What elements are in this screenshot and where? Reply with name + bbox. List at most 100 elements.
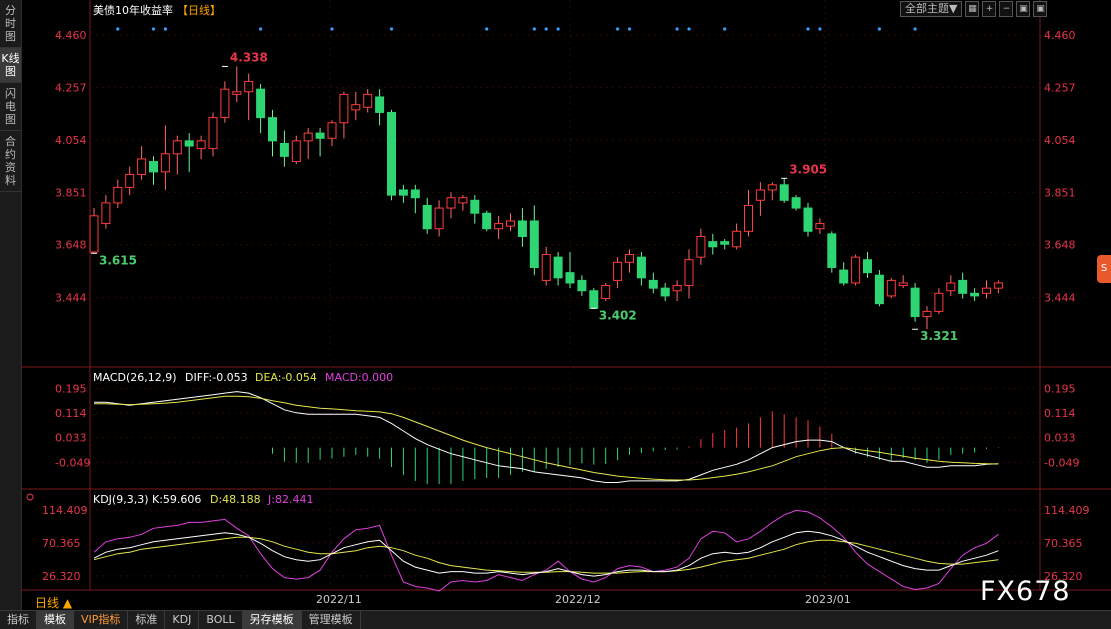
- y-tick-label-right: 3.648: [1044, 239, 1076, 252]
- candle: [375, 96, 385, 113]
- tab-standard[interactable]: 标准: [128, 611, 166, 629]
- candle: [696, 235, 706, 258]
- candle: [863, 259, 872, 274]
- date-label-nov: 2022/11: [316, 593, 362, 606]
- tab-vip-indicators[interactable]: VIP指标: [74, 611, 129, 629]
- y-tick-label-left: 3.444: [55, 291, 87, 304]
- annotation-label: 3.402: [599, 308, 637, 322]
- candle: [791, 197, 801, 209]
- grid-icon[interactable]: ▦: [965, 1, 980, 17]
- candle: [910, 287, 920, 318]
- candle: [244, 80, 254, 93]
- y-tick-label-left: 3.648: [55, 239, 87, 252]
- candle: [541, 254, 551, 281]
- candle: [351, 104, 361, 111]
- box-icon[interactable]: ▣: [1033, 1, 1048, 17]
- box-icon[interactable]: ▣: [1016, 1, 1031, 17]
- chart-toolbar: 全部主题▼ ▦ + − ▣ ▣: [900, 1, 1048, 17]
- candle: [196, 140, 206, 150]
- y-tick-label-right: 4.257: [1044, 81, 1076, 94]
- candle: [827, 233, 837, 268]
- candle: [553, 256, 563, 279]
- annotation-label: 3.615: [99, 253, 137, 267]
- tab-indicators[interactable]: 指标: [0, 611, 37, 629]
- candle: [744, 204, 753, 232]
- event-marker: [532, 27, 536, 31]
- candle: [529, 220, 539, 268]
- tab-boll[interactable]: BOLL: [199, 611, 243, 629]
- event-marker: [806, 27, 810, 31]
- macd-histogram: [272, 411, 999, 484]
- event-marker: [116, 27, 120, 31]
- macd-diff-label: DIFF:-0.053: [185, 371, 248, 384]
- candle: [434, 207, 444, 230]
- candle: [898, 282, 908, 287]
- macd-tick-label-left: 0.033: [55, 432, 87, 445]
- candle: [803, 207, 813, 232]
- macd-value-label: MACD:0.000: [325, 371, 393, 384]
- candle: [208, 117, 218, 150]
- candle: [660, 287, 670, 297]
- candle: [256, 88, 266, 119]
- candle: [506, 220, 515, 227]
- plus-icon[interactable]: +: [982, 1, 997, 17]
- y-tick-label-left: 4.460: [55, 29, 87, 42]
- indicator-dot-icon[interactable]: [26, 493, 34, 501]
- event-marker: [687, 27, 691, 31]
- event-marker: [723, 27, 727, 31]
- candle: [993, 282, 1003, 289]
- macd-tick-label-right: 0.033: [1044, 432, 1076, 445]
- candle: [648, 279, 658, 289]
- kdj-j-line: [93, 509, 999, 592]
- candle: [149, 161, 158, 173]
- candle: [636, 256, 646, 279]
- candle: [779, 184, 789, 201]
- side-collapse-tab[interactable]: S: [1097, 255, 1111, 283]
- candle: [934, 292, 944, 312]
- event-marker: [913, 27, 917, 31]
- candlestick-series: [89, 66, 1003, 330]
- kdj-tick-label-right: 114.409: [1044, 504, 1090, 517]
- candle: [398, 189, 408, 196]
- period-selector[interactable]: 日线 ▲: [35, 596, 73, 610]
- candle: [601, 285, 611, 299]
- candle: [755, 189, 765, 201]
- candle: [767, 184, 777, 191]
- chart-canvas: 4.338 3.615 3.402 3.905 3.321 4.460 4.460 4.25…: [21, 0, 1111, 610]
- kdj-k-label: K:59.606: [152, 493, 201, 506]
- theme-dropdown[interactable]: 全部主题▼: [900, 1, 963, 17]
- event-marker: [389, 27, 394, 31]
- candle: [589, 290, 599, 309]
- candle: [517, 220, 527, 237]
- candle: [708, 241, 718, 248]
- macd-tick-label-left: 0.195: [55, 383, 87, 396]
- macd-tick-label-right: 0.195: [1044, 383, 1076, 396]
- chart-title: 美债10年收益率: [93, 3, 173, 17]
- candle: [946, 282, 956, 292]
- candle: [137, 158, 147, 175]
- event-marker: [544, 27, 548, 31]
- tab-templates[interactable]: 模板: [37, 611, 74, 629]
- candle: [363, 93, 373, 108]
- candle: [446, 197, 456, 209]
- tab-kdj[interactable]: KDJ: [165, 611, 200, 629]
- annotation-label: 3.905: [789, 162, 827, 176]
- minus-icon[interactable]: −: [999, 1, 1014, 17]
- tab-manage-templates[interactable]: 管理模板: [302, 611, 361, 629]
- candle: [886, 279, 896, 297]
- candle: [89, 215, 99, 253]
- candle: [613, 261, 623, 281]
- event-marker: [675, 27, 679, 31]
- kdj-tick-label-left: 70.365: [42, 537, 81, 550]
- candle: [387, 111, 396, 196]
- event-marker: [485, 27, 489, 31]
- bottom-tab-bar: 指标 模板 VIP指标 标准 KDJ BOLL 另存模板 管理模板: [0, 610, 1111, 629]
- candle: [982, 287, 991, 294]
- candle: [268, 117, 277, 142]
- macd-label: MACD(26,12,9): [93, 371, 177, 384]
- candle: [874, 274, 884, 305]
- tab-save-template[interactable]: 另存模板: [242, 611, 302, 629]
- kdj-label: KDJ(9,3,3): [93, 493, 149, 506]
- candle: [458, 197, 468, 204]
- candle: [851, 256, 861, 284]
